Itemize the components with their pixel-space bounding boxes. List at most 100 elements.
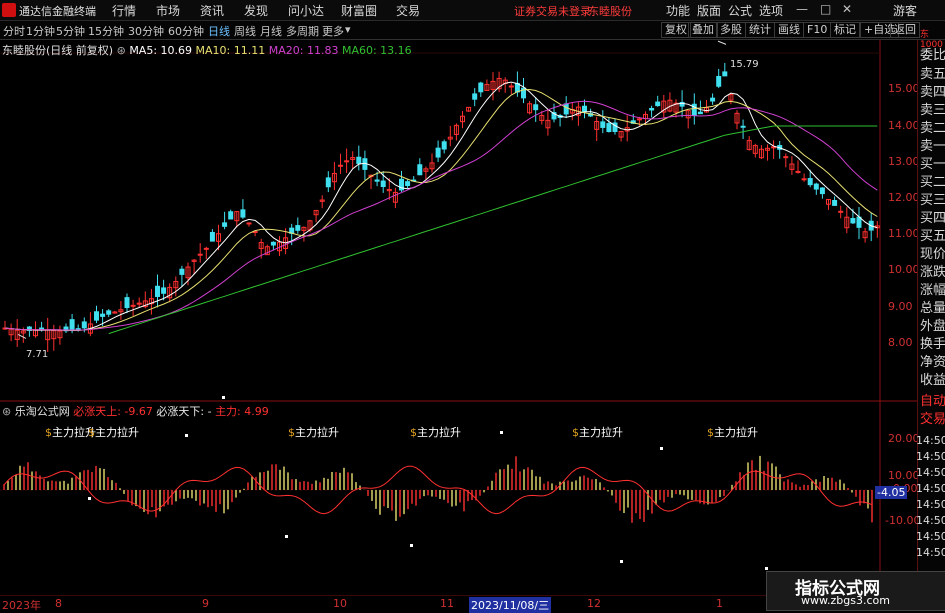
stock-title: 东睦股份(日线 前复权) bbox=[2, 44, 114, 57]
money-bag-icon: $ bbox=[288, 426, 295, 439]
candle-body bbox=[338, 164, 343, 167]
indicator-tick: 10.00 bbox=[888, 469, 920, 482]
mark-button[interactable]: 标记 bbox=[830, 22, 860, 38]
statistics-button[interactable]: 统计 bbox=[745, 22, 775, 38]
multi-stock-button[interactable]: 多股 bbox=[716, 22, 746, 38]
kline-chart-area[interactable] bbox=[0, 40, 917, 595]
draw-line-button[interactable]: 画线 bbox=[774, 22, 804, 38]
panel-item: 委比 bbox=[920, 48, 945, 63]
trade-button[interactable]: 交易 bbox=[920, 411, 945, 428]
date-label: 11 bbox=[440, 597, 454, 610]
adjust-price-button[interactable]: 复权 bbox=[661, 22, 691, 38]
panel-item: 换手 bbox=[920, 337, 945, 352]
menu-ask[interactable]: 问小达 bbox=[288, 2, 324, 19]
candle-body bbox=[94, 311, 99, 321]
ma60-label: MA60: 13.16 bbox=[341, 44, 412, 57]
stock-name-link[interactable]: 东睦股份 bbox=[588, 3, 632, 19]
candle-body bbox=[179, 268, 185, 275]
gear-icon[interactable]: ⊛ bbox=[2, 405, 11, 418]
period-tab-5min[interactable]: 5分钟 bbox=[56, 23, 85, 39]
panel-item: 买五 bbox=[920, 229, 945, 244]
ma10-label: MA10: 11.11 bbox=[195, 44, 266, 57]
signal-label: $主力拉升 bbox=[88, 426, 139, 439]
candle-body bbox=[856, 216, 862, 228]
candle-body bbox=[563, 103, 569, 115]
menu-market[interactable]: 市场 bbox=[156, 2, 180, 19]
settings-gear-icon[interactable]: ⊛ bbox=[117, 44, 126, 57]
menu-market-quotes[interactable]: 行情 bbox=[112, 2, 136, 19]
menu-discover[interactable]: 发现 bbox=[244, 2, 268, 19]
candle-body bbox=[795, 170, 801, 173]
main-chart-legend: 东睦股份(日线 前复权) ⊛ MA5: 10.69 MA10: 11.11 MA… bbox=[2, 42, 412, 58]
app-logo-icon bbox=[2, 3, 16, 17]
maximize-icon[interactable]: □ bbox=[820, 2, 831, 16]
money-bag-icon: $ bbox=[88, 426, 95, 439]
signal-label: $主力拉升 bbox=[288, 426, 339, 439]
candle-body bbox=[801, 178, 807, 181]
candle-body bbox=[161, 287, 167, 294]
menu-trade[interactable]: 交易 bbox=[396, 2, 420, 19]
candle-body bbox=[81, 321, 87, 329]
candle-body bbox=[209, 231, 215, 242]
indicator-current-value: -4.05 bbox=[875, 486, 908, 499]
menu-function[interactable]: 功能 bbox=[666, 2, 690, 19]
candle-body bbox=[716, 75, 722, 87]
period-tab-daily[interactable]: 日线 bbox=[208, 23, 230, 39]
price-tick: 12.00 bbox=[888, 191, 920, 204]
watermark-url: www.zbgs3.com bbox=[801, 594, 890, 607]
period-tab-30min[interactable]: 30分钟 bbox=[128, 23, 164, 39]
low-price-marker: 7.71 bbox=[26, 349, 49, 360]
panel-item: 净资 bbox=[920, 355, 945, 370]
candle-body bbox=[722, 71, 728, 77]
indicator-dot bbox=[88, 497, 91, 500]
f10-button[interactable]: F10 bbox=[803, 22, 832, 38]
auto-trade-button[interactable]: 自动 bbox=[920, 393, 945, 410]
ma20-line bbox=[4, 100, 878, 331]
period-tab-1min[interactable]: 1分钟 bbox=[26, 23, 55, 39]
period-tab-60min[interactable]: 60分钟 bbox=[168, 23, 204, 39]
candle-body bbox=[344, 160, 350, 163]
overlay-button[interactable]: 叠加 bbox=[688, 22, 718, 38]
back-button[interactable]: 返回 bbox=[890, 22, 920, 38]
price-tick: 10.00 bbox=[888, 263, 920, 276]
indicator-dot bbox=[285, 535, 288, 538]
candle-body bbox=[405, 181, 411, 187]
login-warning[interactable]: 证券交易未登录 bbox=[514, 3, 591, 19]
signal-label: $主力拉升 bbox=[410, 426, 461, 439]
chevron-down-icon[interactable]: ▾ bbox=[345, 23, 351, 36]
period-tab-timeshare[interactable]: 分时 bbox=[3, 23, 25, 39]
period-tab-weekly[interactable]: 周线 bbox=[234, 23, 256, 39]
menu-layout[interactable]: 版面 bbox=[697, 2, 721, 19]
candle-body bbox=[295, 225, 301, 231]
indicator-dot bbox=[185, 434, 188, 437]
ma5-line bbox=[4, 81, 878, 331]
menu-options[interactable]: 选项 bbox=[759, 2, 783, 19]
panel-item: 外盘 bbox=[920, 319, 945, 334]
guest-label[interactable]: 游客 bbox=[893, 2, 917, 19]
quote-panel: 东 1000 委比 卖五 卖四 卖三 卖二 卖一 买一 买二 买三 买四 买五 现… bbox=[916, 30, 945, 609]
period-tab-15min[interactable]: 15分钟 bbox=[88, 23, 124, 39]
panel-item: 买二 bbox=[920, 175, 945, 190]
candle-body bbox=[240, 209, 246, 218]
panel-item: 涨跌 bbox=[920, 265, 945, 280]
ma60-line bbox=[108, 125, 878, 335]
minimize-icon[interactable]: — bbox=[796, 2, 808, 16]
candle-body bbox=[417, 164, 423, 176]
panel-item: 卖三 bbox=[920, 103, 945, 118]
selected-date-label: 2023/11/08/三 bbox=[469, 597, 552, 613]
indicator-dot bbox=[500, 431, 503, 434]
indicator-main-value: 主力: 4.99 bbox=[215, 405, 269, 418]
candle-body bbox=[106, 310, 112, 315]
period-tab-multi[interactable]: 多周期 bbox=[286, 23, 319, 39]
close-icon[interactable]: ✕ bbox=[842, 2, 852, 16]
menu-news[interactable]: 资讯 bbox=[200, 2, 224, 19]
period-tab-more[interactable]: 更多 bbox=[322, 23, 344, 39]
period-tab-monthly[interactable]: 月线 bbox=[260, 23, 282, 39]
indicator-dot bbox=[660, 447, 663, 450]
price-tick: 11.00 bbox=[888, 227, 920, 240]
menu-wealth[interactable]: 财富圈 bbox=[341, 2, 377, 19]
ma5-label: MA5: 10.69 bbox=[129, 44, 193, 57]
ma20-label: MA20: 11.83 bbox=[268, 44, 339, 57]
menu-formula[interactable]: 公式 bbox=[728, 2, 752, 19]
candle-body bbox=[270, 241, 276, 246]
